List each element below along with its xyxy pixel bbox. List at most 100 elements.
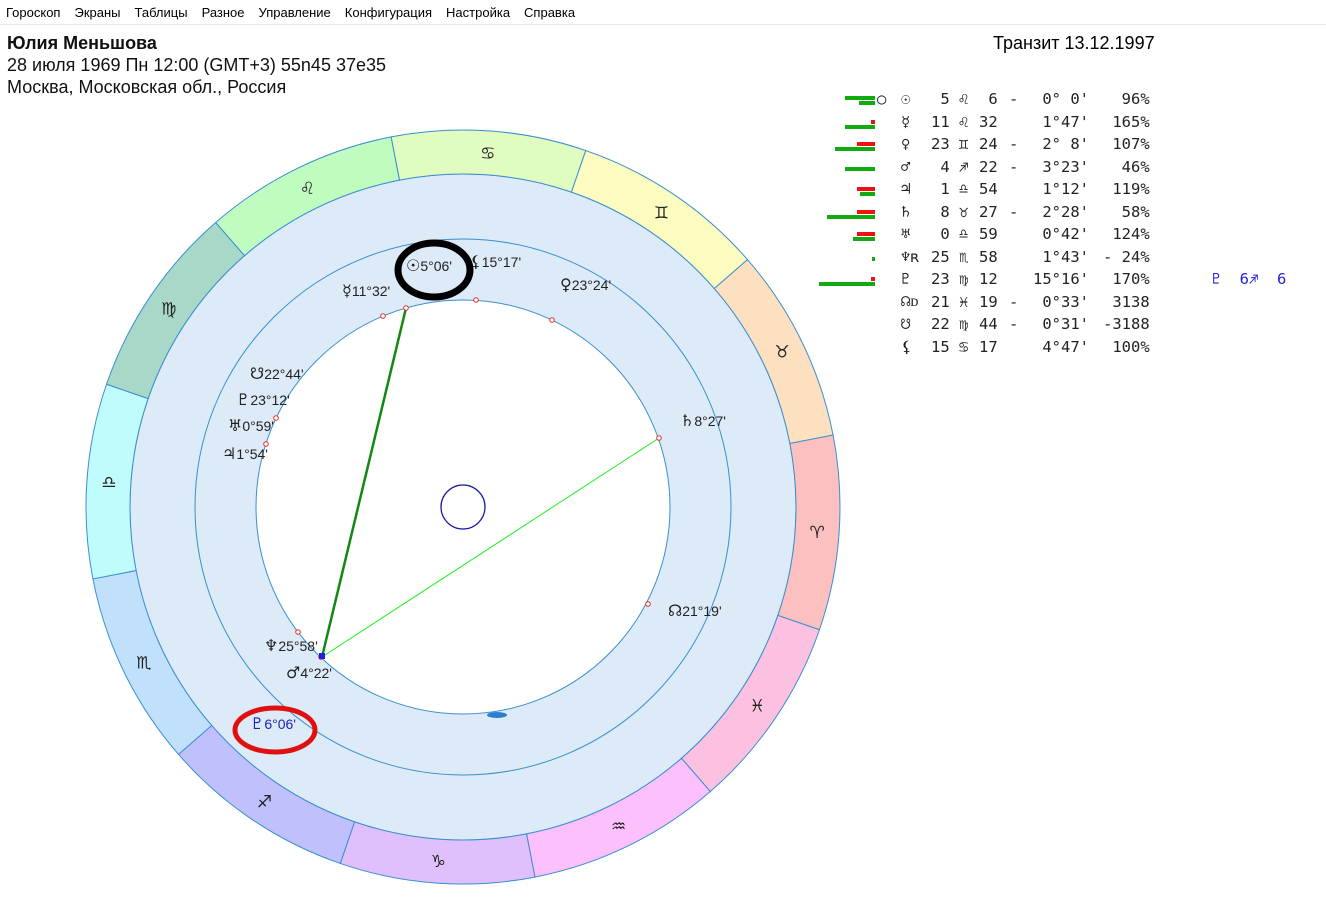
percent: 3138 (1103, 292, 1150, 311)
percent: 124% (1103, 225, 1150, 244)
nnode-position: 21°19' (682, 603, 722, 619)
strength-bars (815, 292, 877, 312)
percent: 119% (1103, 180, 1150, 199)
minute: 27 (979, 202, 998, 221)
bar (871, 119, 875, 124)
bar (845, 96, 875, 101)
percent: 165% (1103, 112, 1150, 131)
sun-position: 5°06' (420, 258, 452, 274)
mercury-position: 11°32' (351, 283, 391, 299)
orb: 0°33' (1033, 292, 1089, 311)
strength-bars (815, 224, 877, 244)
wheel-label-lilith: ⚸15°17' (470, 252, 521, 271)
bar (857, 187, 875, 192)
percent: 170% (1103, 270, 1150, 289)
separator (1009, 248, 1033, 266)
planet-glyph-icon: ☋ (901, 315, 911, 334)
degree: 4 (931, 157, 950, 176)
planet-glyph-icon: ♅ (901, 225, 911, 244)
degree: 21 (931, 292, 950, 311)
sign-glyph-icon: ♌︎ (959, 112, 969, 131)
degree: 1 (931, 180, 950, 199)
strength-bars (815, 89, 877, 109)
minute: 19 (979, 292, 998, 311)
minute: 22 (979, 157, 998, 176)
planet-table: ○ ☉ 5 ♌︎ 6- 0° 0' 96% ☿ 11 ♌︎ 32 1°47' 165% ♀ 23… (815, 88, 1301, 358)
percent: -3188 (1103, 315, 1150, 334)
lilith-glyph-icon: ⚸ (470, 252, 482, 271)
tpluto-glyph-icon: ♇ (250, 714, 265, 733)
bar (860, 192, 875, 197)
wheel-label-nnode: ☊21°19' (668, 601, 722, 620)
wheel-label-tpluto: ♇6°06' (250, 714, 296, 733)
orb: 15°16' (1033, 270, 1089, 289)
separator (1009, 180, 1033, 198)
strength-bars (815, 179, 877, 199)
separator: - (1009, 135, 1019, 154)
planet-marker (273, 415, 279, 421)
bar (845, 166, 875, 171)
zodiac-sign-glyph: ♋︎ (480, 144, 495, 164)
planet-marker (295, 629, 301, 635)
jupiter-position: 1°54' (236, 446, 268, 462)
pluto-position: 23°12' (250, 392, 290, 408)
percent: 58% (1103, 202, 1150, 221)
planet-marker (645, 601, 651, 607)
transit-marker (319, 653, 325, 659)
orb: 3°23' (1033, 157, 1089, 176)
separator: - (1009, 202, 1019, 221)
center-circle (255, 299, 671, 715)
saturn-glyph-icon: ♄ (680, 411, 695, 430)
wheel-label-jupiter: ♃1°54' (222, 444, 268, 463)
table-row: ☿ 11 ♌︎ 32 1°47' 165% (815, 111, 1301, 134)
venus-glyph-icon: ♀ (560, 275, 572, 294)
strength-bars (815, 269, 877, 289)
planet-glyph-icon: ⚸ (901, 337, 913, 356)
sign-glyph-icon: ♍︎ (959, 315, 969, 334)
orb: 4°47' (1033, 337, 1089, 356)
wheel-label-venus: ♀23°24' (560, 275, 611, 294)
degree: 0 (931, 225, 950, 244)
jupiter-glyph-icon: ♃ (222, 444, 237, 463)
zodiac-sign-glyph: ♑︎ (431, 852, 446, 872)
planet-glyph-icon: ☊ᴅ (901, 292, 919, 311)
wheel-label-pluto: ♇23°12' (236, 390, 290, 409)
sign-glyph-icon: ♐︎ (959, 157, 969, 176)
orb: 0° 0' (1033, 90, 1089, 109)
table-row: ♂ 4 ♐︎ 22- 3°23' 46% (815, 156, 1301, 179)
bar (859, 101, 875, 106)
transit-marker-blob (487, 712, 507, 718)
lilith-position: 15°17' (481, 254, 522, 270)
sign-glyph-icon: ♉︎ (959, 202, 969, 221)
percent: 107% (1103, 135, 1150, 154)
sign-glyph-icon: ♍︎ (959, 270, 969, 289)
wheel-label-saturn: ♄8°27' (680, 411, 726, 430)
sign-glyph-icon: ♎︎ (959, 225, 969, 244)
bar (853, 237, 875, 242)
wheel-label-uranus: ♅0°59' (228, 416, 274, 435)
zodiac-sign-glyph: ♊︎ (654, 204, 669, 224)
minute: 54 (979, 180, 998, 199)
zodiac-sign-glyph: ♓︎ (750, 697, 765, 717)
mars-glyph-icon: ♂ (286, 663, 301, 682)
sign-glyph-icon: ♎︎ (959, 180, 969, 199)
zodiac-sign-glyph: ♌︎ (300, 179, 315, 199)
sun-glyph-icon: ☉ (406, 256, 421, 275)
separator: - (1009, 315, 1019, 334)
strength-bars (815, 157, 877, 177)
planet-glyph-icon: ♂ (901, 157, 911, 176)
strength-bars (815, 314, 877, 334)
table-row: ☊ᴅ 21 ♓︎ 19- 0°33' 3138 (815, 291, 1301, 314)
percent: - 24% (1103, 247, 1150, 266)
planet-marker (380, 313, 386, 319)
sign-glyph-icon: ♋︎ (959, 337, 969, 356)
wheel-label-neptune: ♆25°58' (264, 636, 318, 655)
bar (857, 209, 875, 214)
separator: - (1009, 90, 1019, 109)
zodiac-sign-glyph: ♒︎ (611, 817, 626, 837)
planet-glyph-icon: ♃ (901, 180, 911, 199)
minute: 44 (979, 315, 998, 334)
orb: 1°43' (1033, 247, 1089, 266)
neptune-position: 25°58' (278, 638, 318, 654)
uranus-glyph-icon: ♅ (228, 416, 243, 435)
